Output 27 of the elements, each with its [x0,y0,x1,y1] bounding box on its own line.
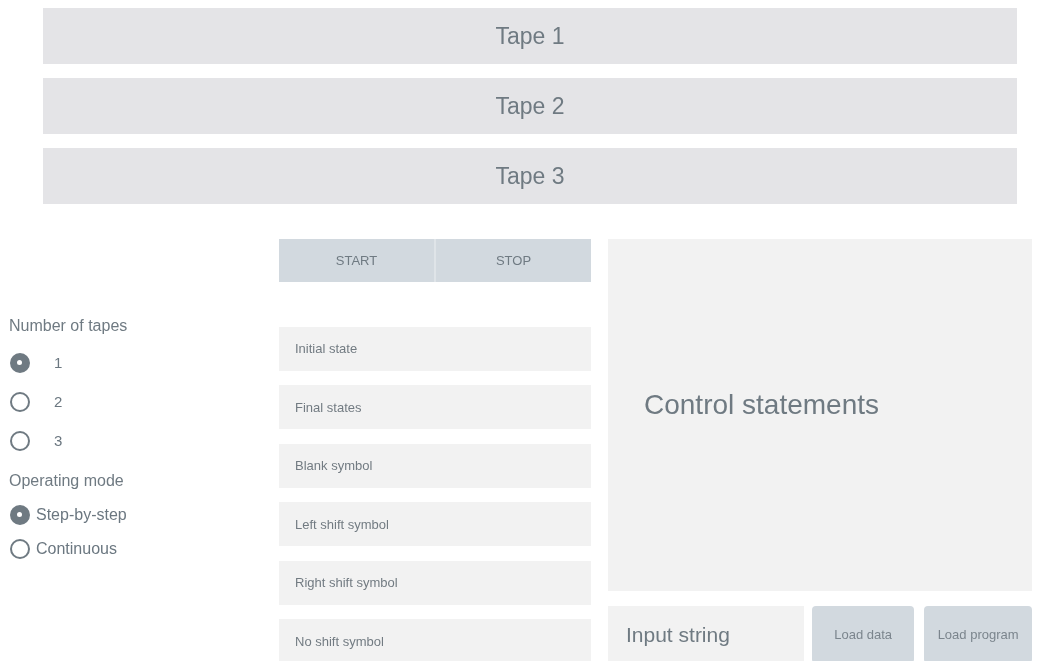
statements-field[interactable]: Control statements [608,239,1032,591]
tape-bar: Tape 1 [43,8,1017,64]
input-field[interactable]: Input string [608,606,804,661]
group-label: Number of tapes [9,317,129,335]
load-button[interactable]: Load program [924,606,1032,661]
radio-label: 1 [54,354,63,371]
radio-button[interactable] [10,539,30,559]
radio-label: 2 [54,393,63,410]
radio-button[interactable] [10,505,30,525]
radio-label: 3 [54,432,63,449]
input-field[interactable]: Final states [279,385,591,429]
input-field[interactable]: Right shift symbol [279,560,591,605]
input-field[interactable]: No shift symbol [279,619,591,661]
input-field[interactable]: Left shift symbol [279,502,591,546]
load-button[interactable]: Load data [812,606,915,661]
control-button[interactable]: START [279,239,434,282]
tape-bar: Tape 3 [43,148,1017,204]
radio-label: Continuous [36,540,117,558]
radio-button[interactable] [10,391,30,412]
group-label: Operating mode [9,472,125,490]
radio-label: Step-by-step [36,506,127,524]
radio-button[interactable] [10,352,30,373]
input-field[interactable]: Blank symbol [279,443,591,488]
radio-button[interactable] [10,430,30,451]
control-button[interactable]: STOP [434,239,591,282]
tape-bar: Tape 2 [43,78,1017,134]
input-field[interactable]: Initial state [279,326,591,371]
